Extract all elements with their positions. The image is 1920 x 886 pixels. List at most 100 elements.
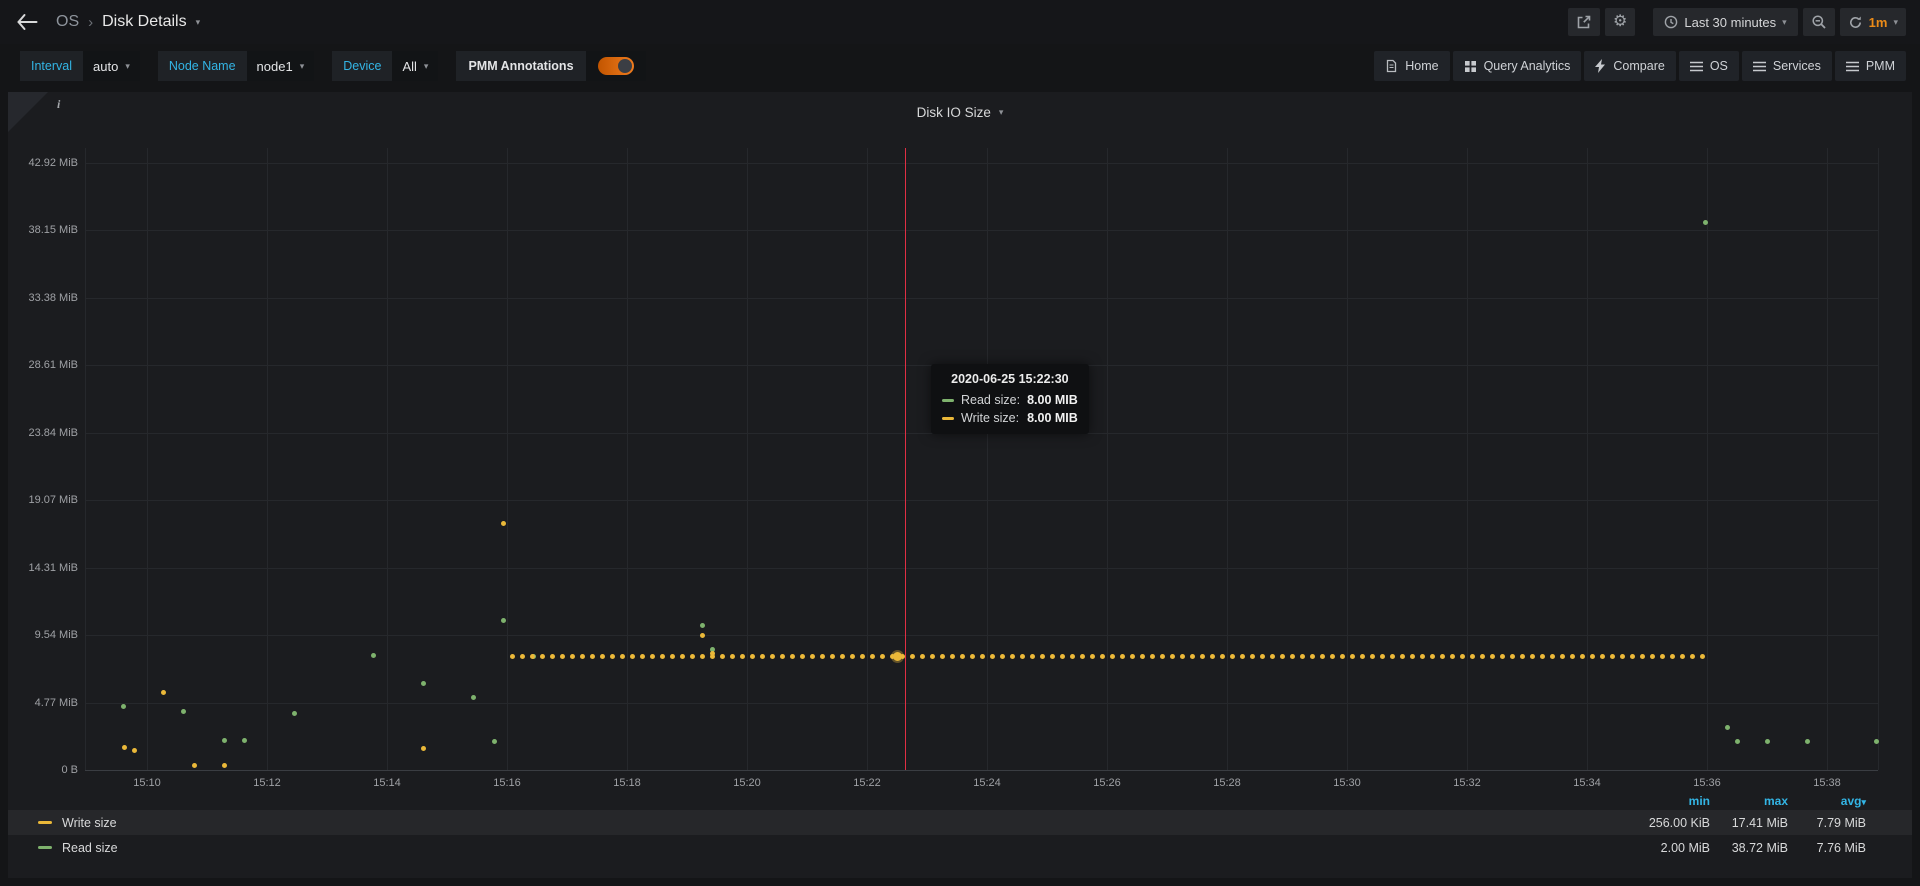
data-point-write-size[interactable]: [650, 654, 655, 659]
data-point-write-size[interactable]: [1080, 654, 1085, 659]
data-point-write-size[interactable]: [1260, 654, 1265, 659]
data-point-write-size[interactable]: [860, 654, 865, 659]
data-point-write-size[interactable]: [660, 654, 665, 659]
data-point-write-size[interactable]: [1020, 654, 1025, 659]
data-point-write-size[interactable]: [700, 654, 705, 659]
data-point-write-size[interactable]: [1680, 654, 1685, 659]
data-point-write-size[interactable]: [1440, 654, 1445, 659]
legend-series-toggle[interactable]: Write size: [38, 816, 1632, 830]
data-point-write-size[interactable]: [720, 654, 725, 659]
legend-sort-max[interactable]: max: [1710, 794, 1788, 808]
data-point-read-size[interactable]: [1805, 739, 1810, 744]
data-point-write-size[interactable]: [1120, 654, 1125, 659]
data-point-read-size[interactable]: [1703, 220, 1708, 225]
data-point-write-size[interactable]: [1450, 654, 1455, 659]
data-point-write-size[interactable]: [1160, 654, 1165, 659]
data-point-write-size[interactable]: [710, 654, 715, 659]
data-point-write-size[interactable]: [1480, 654, 1485, 659]
data-point-write-size[interactable]: [560, 654, 565, 659]
data-point-write-size[interactable]: [610, 654, 615, 659]
data-point-write-size[interactable]: [1660, 654, 1665, 659]
chevron-down-icon[interactable]: ▾: [196, 18, 201, 27]
zoom-out-button[interactable]: [1803, 8, 1835, 36]
data-point-write-size[interactable]: [1500, 654, 1505, 659]
data-point-read-size[interactable]: [222, 738, 227, 743]
data-point-write-size[interactable]: [770, 654, 775, 659]
data-point-write-size[interactable]: [1350, 654, 1355, 659]
data-point-write-size[interactable]: [540, 654, 545, 659]
data-point-write-size[interactable]: [880, 654, 885, 659]
data-point-write-size[interactable]: [1370, 654, 1375, 659]
data-point-write-size[interactable]: [1180, 654, 1185, 659]
breadcrumb-section[interactable]: OS: [56, 13, 79, 31]
data-point-write-size[interactable]: [1320, 654, 1325, 659]
data-point-read-size[interactable]: [700, 623, 705, 628]
data-point-write-size[interactable]: [1390, 654, 1395, 659]
data-point-write-size[interactable]: [930, 654, 935, 659]
data-point-write-size[interactable]: [1210, 654, 1215, 659]
data-point-write-size[interactable]: [580, 654, 585, 659]
data-point-write-size[interactable]: [1150, 654, 1155, 659]
data-point-write-size[interactable]: [421, 746, 426, 751]
data-point-read-size[interactable]: [1725, 725, 1730, 730]
data-point-write-size[interactable]: [850, 654, 855, 659]
nav-link-services[interactable]: Services: [1742, 51, 1832, 81]
data-point-write-size[interactable]: [1650, 654, 1655, 659]
data-point-write-size[interactable]: [1700, 654, 1705, 659]
data-point-write-size[interactable]: [870, 654, 875, 659]
data-point-write-size[interactable]: [960, 654, 965, 659]
back-button[interactable]: [12, 9, 42, 35]
data-point-write-size[interactable]: [1230, 654, 1235, 659]
data-point-write-size[interactable]: [970, 654, 975, 659]
data-point-write-size[interactable]: [1550, 654, 1555, 659]
nav-link-compare[interactable]: Compare: [1584, 51, 1675, 81]
data-point-write-size[interactable]: [1170, 654, 1175, 659]
data-point-read-size[interactable]: [292, 711, 297, 716]
data-point-write-size[interactable]: [1030, 654, 1035, 659]
data-point-write-size[interactable]: [1200, 654, 1205, 659]
data-point-write-size[interactable]: [1330, 654, 1335, 659]
data-point-write-size[interactable]: [1070, 654, 1075, 659]
panel-header[interactable]: Disk IO Size ▾: [8, 92, 1912, 132]
data-point-write-size[interactable]: [1640, 654, 1645, 659]
data-point-write-size[interactable]: [620, 654, 625, 659]
data-point-write-size[interactable]: [1310, 654, 1315, 659]
data-point-read-size[interactable]: [121, 704, 126, 709]
data-point-write-size[interactable]: [1430, 654, 1435, 659]
data-point-write-size[interactable]: [1110, 654, 1115, 659]
data-point-write-size[interactable]: [132, 748, 137, 753]
legend-sort-avg[interactable]: avg▾: [1788, 794, 1866, 808]
time-range-picker[interactable]: Last 30 minutes ▾: [1653, 8, 1797, 36]
hovered-data-point[interactable]: [893, 652, 902, 661]
data-point-write-size[interactable]: [830, 654, 835, 659]
data-point-write-size[interactable]: [1010, 654, 1015, 659]
data-point-write-size[interactable]: [1060, 654, 1065, 659]
data-point-write-size[interactable]: [700, 633, 705, 638]
data-point-write-size[interactable]: [640, 654, 645, 659]
data-point-write-size[interactable]: [1040, 654, 1045, 659]
data-point-write-size[interactable]: [1000, 654, 1005, 659]
data-point-write-size[interactable]: [1570, 654, 1575, 659]
data-point-write-size[interactable]: [920, 654, 925, 659]
data-point-write-size[interactable]: [1510, 654, 1515, 659]
data-point-write-size[interactable]: [1220, 654, 1225, 659]
data-point-write-size[interactable]: [940, 654, 945, 659]
data-point-write-size[interactable]: [1610, 654, 1615, 659]
legend-series-toggle[interactable]: Read size: [38, 841, 1632, 855]
data-point-write-size[interactable]: [1560, 654, 1565, 659]
data-point-write-size[interactable]: [690, 654, 695, 659]
data-point-write-size[interactable]: [1530, 654, 1535, 659]
data-point-write-size[interactable]: [670, 654, 675, 659]
data-point-write-size[interactable]: [1420, 654, 1425, 659]
share-button[interactable]: [1568, 8, 1600, 36]
data-point-write-size[interactable]: [1240, 654, 1245, 659]
data-point-read-size[interactable]: [1735, 739, 1740, 744]
data-point-write-size[interactable]: [550, 654, 555, 659]
data-point-write-size[interactable]: [1300, 654, 1305, 659]
breadcrumb-title[interactable]: Disk Details: [102, 13, 186, 31]
data-point-write-size[interactable]: [1470, 654, 1475, 659]
data-point-write-size[interactable]: [530, 654, 535, 659]
nav-link-home[interactable]: Home: [1374, 51, 1449, 81]
data-point-write-size[interactable]: [950, 654, 955, 659]
variable-value-dropdown[interactable]: All▾: [392, 51, 438, 81]
